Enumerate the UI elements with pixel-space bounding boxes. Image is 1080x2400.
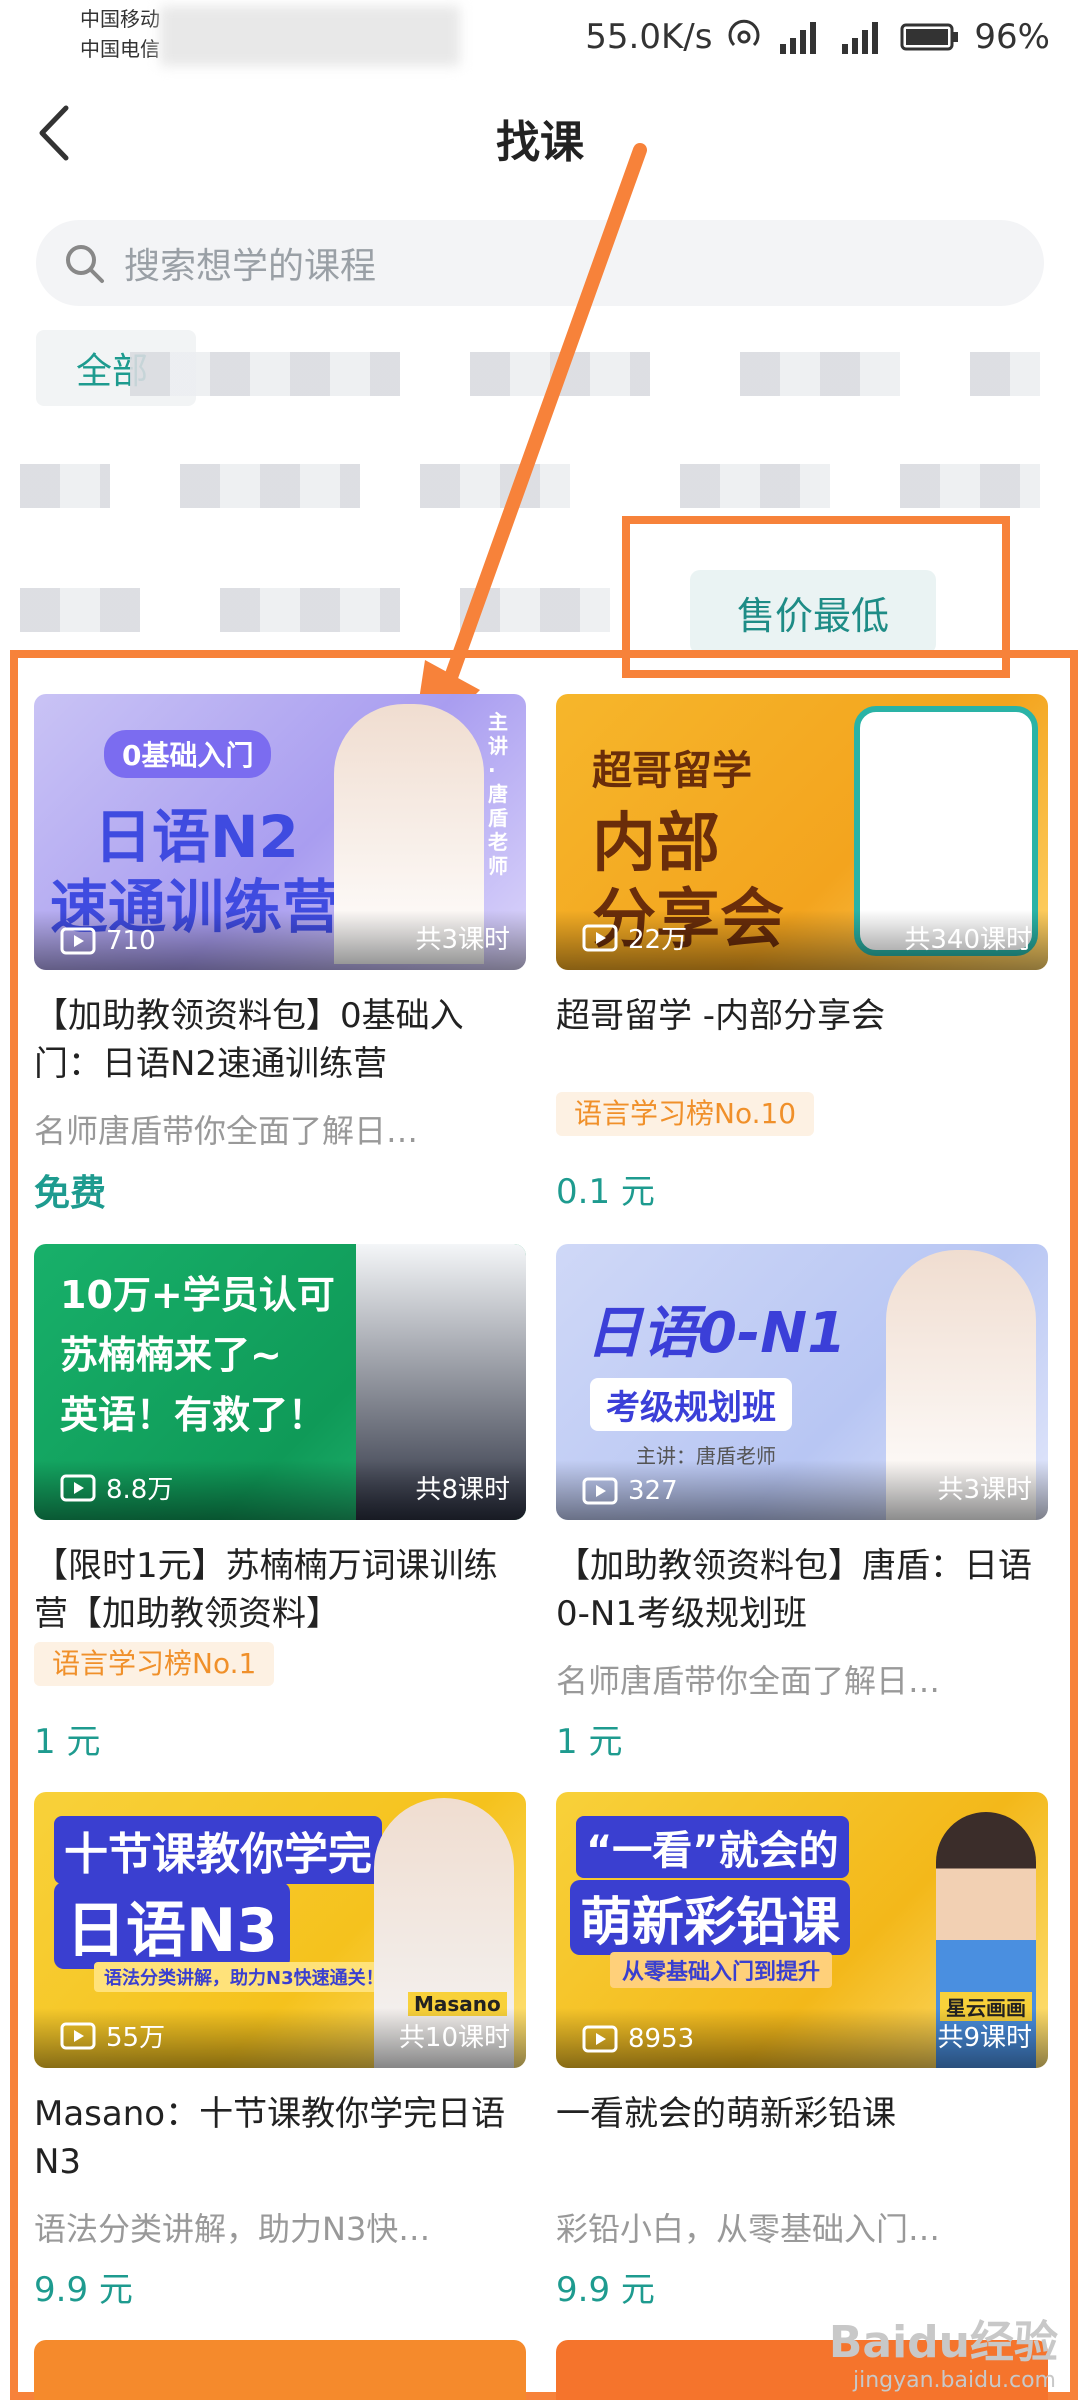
thumb-text: 十节课教你学完: [54, 1816, 382, 1884]
lesson-count: 共9课时: [937, 2023, 1032, 2053]
course-desc: 彩铅小白，从零基础入门…: [556, 2210, 941, 2248]
view-count: 22万: [628, 925, 688, 955]
course-title[interactable]: Masano：十节课教你学完日语N3: [34, 2090, 526, 2186]
play-icon: [582, 1477, 618, 1505]
play-icon: [60, 1474, 96, 1501]
lesson-count: 共3课时: [415, 925, 510, 955]
course-card[interactable]: “一看”就会的 萌新彩铅课 从零基础入门到提升 星云画画 8953 共9课时 一…: [556, 1792, 1048, 2312]
course-card[interactable]: 日语0-N1 考级规划班 主讲：唐盾老师 327 共3课时 【加助教领资料包】唐…: [556, 1244, 1048, 1764]
thumb-text: 英语！有救了！: [60, 1393, 327, 1437]
play-icon: [582, 924, 618, 951]
view-count: 710: [106, 926, 156, 956]
course-title[interactable]: 【限时1元】苏楠楠万词课训练营【加助教领资料】: [34, 1542, 526, 1638]
course-price: 免费: [34, 1173, 107, 1214]
view-count: 327: [628, 1476, 678, 1506]
course-price: 0.1 元: [556, 1172, 655, 1212]
lesson-count: 共3课时: [937, 1475, 1032, 1505]
course-desc: 名师唐盾带你全面了解日…: [556, 1662, 941, 1700]
thumb-text: 日语N3: [54, 1882, 290, 1969]
watermark-url: jingyan.baidu.com: [852, 2368, 1056, 2393]
course-title[interactable]: 【加助教领资料包】0基础入门：日语N2速通训练营: [34, 992, 526, 1088]
ranking-badge: 语言学习榜No.1: [34, 1642, 275, 1686]
course-card[interactable]: 0基础入门 日语N2 速通训练营 主讲·唐盾老师 710 共3课时 【加助教领资…: [34, 694, 526, 1214]
course-thumbnail: “一看”就会的 萌新彩铅课 从零基础入门到提升 星云画画 8953 共9课时: [556, 1792, 1048, 2068]
view-count: 55万: [106, 2023, 166, 2053]
course-price: 9.9 元: [34, 2270, 133, 2310]
play-icon: [60, 927, 96, 955]
course-card[interactable]: 超哥留学 内部 分享会 22万 共340课时 超哥留学 -内部分享会 语言学习榜…: [556, 694, 1048, 1214]
view-count: 8.8万: [106, 1475, 174, 1505]
course-card[interactable]: 十节课教你学完 日语N3 语法分类讲解，助力N3快速通关！ Masano 55万…: [34, 1792, 526, 2312]
course-desc: 语法分类讲解，助力N3快…: [34, 2210, 431, 2248]
course-desc: 名师唐盾带你全面了解日…: [34, 1112, 419, 1150]
lesson-count: 共10课时: [398, 2023, 510, 2053]
lesson-count: 共8课时: [415, 1475, 510, 1505]
thumb-text: “一看”就会的: [576, 1816, 849, 1878]
course-thumbnail-partial[interactable]: [34, 2340, 526, 2400]
view-count: 8953: [628, 2024, 695, 2054]
thumb-text: 考级规划班: [590, 1378, 792, 1431]
thumb-text: 0基础入门: [104, 730, 272, 778]
thumb-text: 日语0-N1: [586, 1301, 847, 1366]
course-thumbnail: 0基础入门 日语N2 速通训练营 主讲·唐盾老师 710 共3课时: [34, 694, 526, 970]
watermark-logo: Baidu经验: [828, 2317, 1058, 2368]
course-thumbnail: 10万+学员认可 苏楠楠来了~ 英语！有救了！ 8.8万 共8课时: [34, 1244, 526, 1520]
thumb-text: 苏楠楠来了~: [60, 1333, 282, 1377]
course-thumbnail: 十节课教你学完 日语N3 语法分类讲解，助力N3快速通关！ Masano 55万…: [34, 1792, 526, 2068]
course-price: 9.9 元: [556, 2270, 655, 2310]
course-title[interactable]: 【加助教领资料包】唐盾：日语0-N1考级规划班: [556, 1542, 1048, 1638]
thumb-text: 主讲·唐盾老师: [488, 710, 508, 878]
thumb-text: 语法分类讲解，助力N3快速通关！: [94, 1962, 394, 1992]
course-thumbnail: 超哥留学 内部 分享会 22万 共340课时: [556, 694, 1048, 970]
lesson-count: 共340课时: [904, 925, 1032, 955]
thumb-text: 从零基础入门到提升: [610, 1952, 833, 1988]
play-icon: [60, 2022, 96, 2049]
course-thumbnail: 日语0-N1 考级规划班 主讲：唐盾老师 327 共3课时: [556, 1244, 1048, 1520]
thumb-text: 萌新彩铅课: [570, 1880, 851, 1955]
course-card[interactable]: 10万+学员认可 苏楠楠来了~ 英语！有救了！ 8.8万 共8课时 【限时1元】…: [34, 1244, 526, 1764]
course-title[interactable]: 超哥留学 -内部分享会: [556, 992, 1048, 1040]
course-price: 1 元: [34, 1722, 101, 1762]
thumb-text: 10万+学员认可: [60, 1273, 335, 1317]
play-icon: [582, 2025, 618, 2053]
course-price: 1 元: [556, 1722, 623, 1762]
course-title[interactable]: 一看就会的萌新彩铅课: [556, 2090, 1048, 2138]
thumb-text: 超哥留学: [592, 748, 752, 794]
ranking-badge: 语言学习榜No.10: [556, 1092, 815, 1136]
